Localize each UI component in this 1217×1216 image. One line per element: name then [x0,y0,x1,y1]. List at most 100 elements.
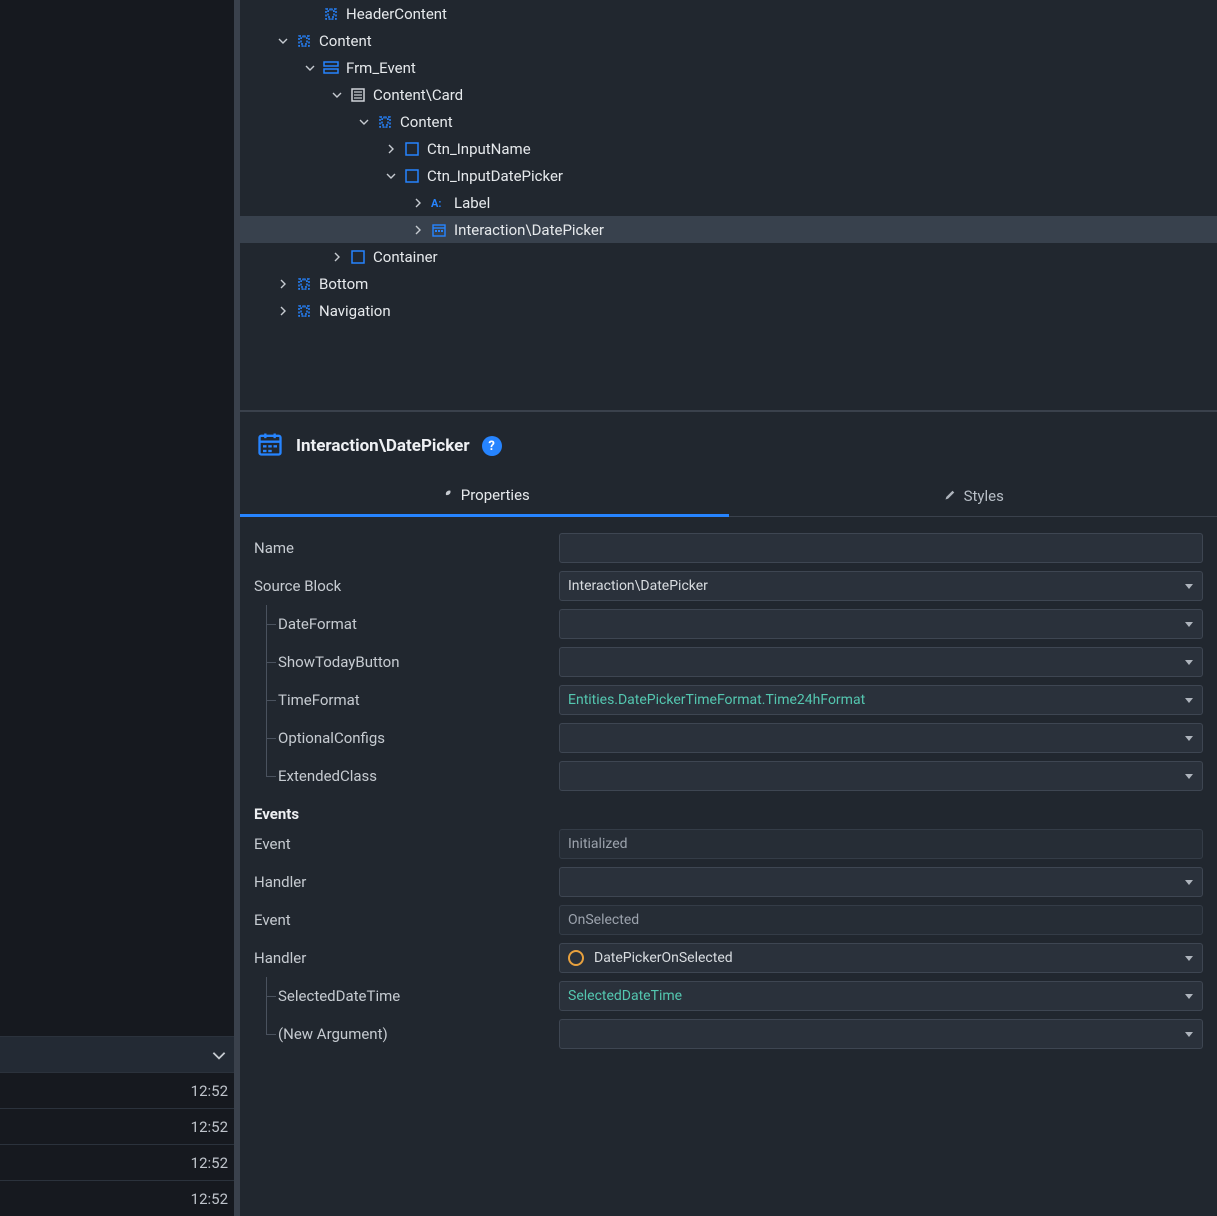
prop-row-source-block: Source Block Interaction\DatePicker [254,567,1203,605]
wrench-icon [439,488,453,502]
expander-icon[interactable] [329,87,345,103]
tree-node[interactable]: Container [240,243,1217,270]
main-panel: HeaderContentContentFrm_EventContent\Car… [240,0,1217,1216]
select-value: Interaction\DatePicker [568,578,1194,594]
tree-node[interactable]: Bottom [240,270,1217,297]
prop-label: Handler [254,873,306,891]
tree-node-label: Label [454,194,490,212]
tree-node-label: Ctn_InputDatePicker [427,167,563,185]
timestamp: 12:52 [191,1154,228,1172]
tree-node-label: Interaction\DatePicker [454,221,604,239]
tree-node-label: Container [373,248,438,266]
placeholder-icon [295,32,313,50]
prop-row-timeformat: TimeFormat Entities.DatePickerTimeFormat… [254,681,1203,719]
tree-node[interactable]: Ctn_InputDatePicker [240,162,1217,189]
prop-label: Event [254,911,291,929]
tree-node[interactable]: HeaderContent [240,0,1217,27]
prop-label: Event [254,835,291,853]
tree-node-label: Content\Card [373,86,463,104]
handler2-select[interactable]: DatePickerOnSelected [559,943,1203,973]
tree-node[interactable]: Interaction\DatePicker [240,216,1217,243]
list-item[interactable]: 12:52 [0,1072,234,1108]
select-value: DatePickerOnSelected [594,950,1194,966]
left-list-header[interactable] [0,1036,234,1072]
prop-label: OptionalConfigs [278,729,385,747]
left-sidebar: 12:52 12:52 12:52 12:52 [0,0,234,1216]
chevron-down-icon [210,1046,228,1064]
prop-row-selecteddatetime: SelectedDateTime SelectedDateTime [254,977,1203,1015]
handler1-select[interactable] [559,867,1203,897]
prop-label: (New Argument) [278,1025,388,1043]
event2-value: OnSelected [559,905,1203,935]
datepicker-icon [430,221,448,239]
properties-tabs: Properties Styles [240,476,1217,517]
prop-label: SelectedDateTime [278,987,400,1005]
left-bottom-list: 12:52 12:52 12:52 12:52 [0,1036,234,1216]
expander-icon [302,6,318,22]
showtoday-select[interactable] [559,647,1203,677]
select-value: Entities.DatePickerTimeFormat.Time24hFor… [568,692,1194,708]
tab-properties[interactable]: Properties [240,476,729,517]
property-grid: Name Source Block Interaction\DatePicker… [240,517,1217,1053]
prop-label: Source Block [254,577,341,595]
source-block-select[interactable]: Interaction\DatePicker [559,571,1203,601]
help-button[interactable]: ? [482,436,502,456]
properties-header: Interaction\DatePicker ? [240,412,1217,476]
prop-label: DateFormat [278,615,357,633]
tree-node[interactable]: Content [240,108,1217,135]
tab-label: Properties [461,486,530,504]
expander-icon[interactable] [383,141,399,157]
list-item[interactable]: 12:52 [0,1108,234,1144]
dateformat-select[interactable] [559,609,1203,639]
prop-row-dateformat: DateFormat [254,605,1203,643]
placeholder-icon [295,302,313,320]
prop-row-showtoday: ShowTodayButton [254,643,1203,681]
tree-node-label: Bottom [319,275,368,293]
expander-icon[interactable] [383,168,399,184]
select-value: SelectedDateTime [568,988,1194,1004]
list-item[interactable]: 12:52 [0,1180,234,1216]
tree-node-label: HeaderContent [346,5,447,23]
expander-icon[interactable] [275,33,291,49]
container-icon [403,140,421,158]
expander-icon[interactable] [410,222,426,238]
tree-node[interactable]: Navigation [240,297,1217,324]
timeformat-select[interactable]: Entities.DatePickerTimeFormat.Time24hFor… [559,685,1203,715]
expander-icon[interactable] [275,276,291,292]
prop-label: ShowTodayButton [278,653,400,671]
tab-label: Styles [964,487,1004,505]
tree-node[interactable]: Frm_Event [240,54,1217,81]
tree-node[interactable]: Ctn_InputName [240,135,1217,162]
timestamp: 12:52 [191,1118,228,1136]
newargument-select[interactable] [559,1019,1203,1049]
name-input[interactable] [559,533,1203,563]
card-icon [349,86,367,104]
list-item[interactable]: 12:52 [0,1144,234,1180]
expander-icon[interactable] [329,249,345,265]
tab-styles[interactable]: Styles [729,476,1217,516]
tree-node-label: Content [400,113,453,131]
timestamp: 12:52 [191,1082,228,1100]
prop-row-handler1: Handler [254,863,1203,901]
tree-node[interactable]: A: Label [240,189,1217,216]
expander-icon[interactable] [302,60,318,76]
expander-icon[interactable] [275,303,291,319]
extendedclass-select[interactable] [559,761,1203,791]
event1-value: Initialized [559,829,1203,859]
tree-node[interactable]: Content\Card [240,81,1217,108]
tree-node[interactable]: Content [240,27,1217,54]
expander-icon[interactable] [356,114,372,130]
container-icon [403,167,421,185]
prop-row-newargument: (New Argument) [254,1015,1203,1053]
prop-row-extendedclass: ExtendedClass [254,757,1203,795]
expander-icon[interactable] [410,195,426,211]
section-events: Events [254,795,1203,825]
datepicker-header-icon [256,430,284,462]
selecteddatetime-select[interactable]: SelectedDateTime [559,981,1203,1011]
placeholder-icon [322,5,340,23]
prop-label: Name [254,539,294,557]
optionalconfigs-select[interactable] [559,723,1203,753]
text-icon: A: [430,194,448,212]
properties-title: Interaction\DatePicker [296,436,470,456]
prop-label: Handler [254,949,306,967]
